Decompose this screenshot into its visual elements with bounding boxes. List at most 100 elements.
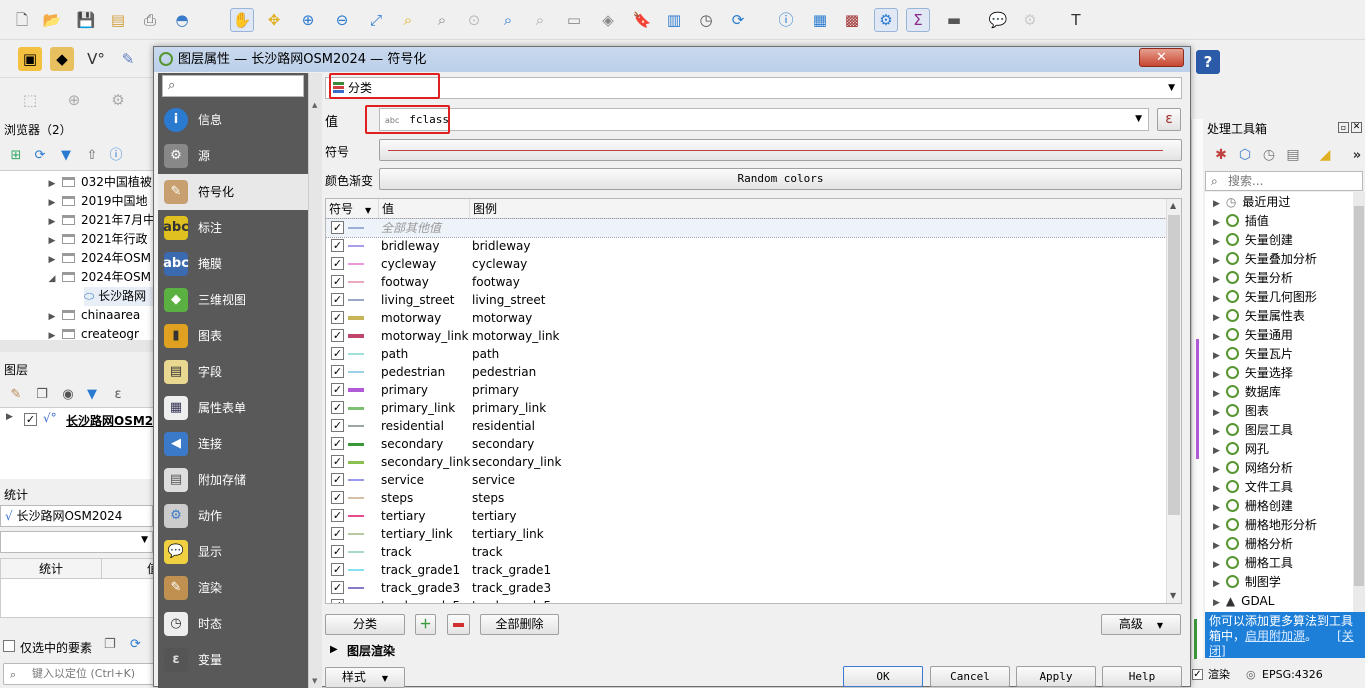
- value-field-select[interactable]: abc fclass ▼: [379, 108, 1149, 131]
- add-group-icon[interactable]: ❐: [30, 382, 54, 406]
- history-icon[interactable]: ◷: [1257, 143, 1281, 167]
- class-symbol[interactable]: [348, 263, 364, 265]
- class-symbol[interactable]: [348, 515, 364, 517]
- zoom-selection-icon[interactable]: ⌕: [430, 8, 454, 32]
- refresh-icon[interactable]: ⟳: [726, 8, 750, 32]
- class-row[interactable]: ✓ secondary secondary: [326, 435, 1166, 453]
- scroll-down-icon[interactable]: ▼: [1170, 591, 1176, 600]
- class-symbol[interactable]: [348, 425, 364, 427]
- class-row[interactable]: ✓ secondary_link secondary_link: [326, 453, 1166, 471]
- models-icon[interactable]: ✱: [1209, 143, 1233, 167]
- sidebar-splitter[interactable]: ▲ ▼: [308, 73, 322, 688]
- class-symbol[interactable]: [348, 299, 364, 301]
- open-project-icon[interactable]: 📂: [40, 8, 64, 32]
- vector-icon[interactable]: V°: [84, 47, 108, 71]
- scroll-up-icon[interactable]: ▲: [1170, 201, 1176, 210]
- chevron-right-icon[interactable]: ▶: [1213, 389, 1220, 399]
- field-calculator-icon[interactable]: ▩: [840, 8, 864, 32]
- processing-group[interactable]: ▶ 栅格地形分析: [1213, 516, 1317, 535]
- class-visible-checkbox[interactable]: ✓: [331, 221, 344, 234]
- value-col-header[interactable]: 值: [378, 199, 469, 219]
- class-visible-checkbox[interactable]: ✓: [331, 347, 344, 360]
- sidebar-item-temporal[interactable]: ◷ 时态: [158, 606, 308, 642]
- class-row[interactable]: ✓ residential residential: [326, 417, 1166, 435]
- refresh-icon[interactable]: ⟳: [28, 143, 52, 167]
- ok-button[interactable]: OK: [843, 666, 923, 687]
- chevron-right-icon[interactable]: ▶: [1213, 522, 1220, 532]
- bookmark-icon[interactable]: 🔖: [630, 8, 654, 32]
- package-icon[interactable]: ◆: [50, 47, 74, 71]
- save-as-icon[interactable]: ▤: [106, 8, 130, 32]
- class-row[interactable]: ✓ steps steps: [326, 489, 1166, 507]
- class-symbol[interactable]: [348, 281, 364, 283]
- renderer-select[interactable]: 分类 ▼: [325, 77, 1182, 99]
- class-visible-checkbox[interactable]: ✓: [331, 329, 344, 342]
- processing-group[interactable]: ▶ 栅格创建: [1213, 497, 1293, 516]
- browser-folder-item[interactable]: ▶ 2021年7月中: [46, 211, 156, 230]
- sidebar-item-source[interactable]: ⚙ 源: [158, 138, 308, 174]
- class-row[interactable]: ✓ primary_link primary_link: [326, 399, 1166, 417]
- class-visible-checkbox[interactable]: ✓: [331, 365, 344, 378]
- processing-group[interactable]: ▶ 网络分析: [1213, 459, 1293, 478]
- class-row[interactable]: ✓ living_street living_street: [326, 291, 1166, 309]
- processing-scrollbar[interactable]: [1353, 192, 1365, 612]
- pan-icon[interactable]: ✋: [230, 8, 254, 32]
- apply-button[interactable]: Apply: [1016, 666, 1096, 687]
- classify-button[interactable]: 分类: [325, 614, 405, 635]
- sidebar-item-variables[interactable]: ε 变量: [158, 642, 308, 678]
- chevron-right-icon[interactable]: ▶: [1213, 199, 1220, 209]
- processing-group[interactable]: ▶ 矢量创建: [1213, 231, 1293, 250]
- chevron-right-icon[interactable]: ▶: [1213, 598, 1220, 608]
- chevron-right-icon[interactable]: ▶: [1213, 446, 1220, 456]
- chevron-right-icon[interactable]: ▶: [1213, 294, 1220, 304]
- scroll-down-icon[interactable]: ▼: [312, 677, 317, 685]
- chevron-right-icon[interactable]: ▶: [1213, 332, 1220, 342]
- processing-group[interactable]: ▶ 插值: [1213, 212, 1269, 231]
- python-icon[interactable]: ⬡: [1233, 143, 1257, 167]
- sidebar-item-auxiliary-storage[interactable]: ▤ 附加存储: [158, 462, 308, 498]
- add-class-button[interactable]: ＋: [415, 614, 436, 635]
- browser-folder-item[interactable]: ▶ 032中国植被: [46, 173, 152, 192]
- sidebar-item-fields[interactable]: ▤ 字段: [158, 354, 308, 390]
- identify-3d-icon[interactable]: ⚙: [1018, 8, 1042, 32]
- zoom-next-icon[interactable]: ⌕: [528, 8, 552, 32]
- browser-folder-item[interactable]: ▶ chinaarea: [46, 306, 141, 325]
- stats-field-select[interactable]: ▼: [0, 531, 153, 553]
- stats-layer-select[interactable]: √ 长沙路网OSM2024: [0, 505, 153, 527]
- class-visible-checkbox[interactable]: ✓: [331, 599, 344, 603]
- more-icon[interactable]: »: [1345, 143, 1365, 167]
- browser-folder-item[interactable]: ◢ 2024年OSM: [46, 268, 151, 287]
- processing-group[interactable]: ▶ 矢量瓦片: [1213, 345, 1293, 364]
- browser-folder-item[interactable]: ▶ 2019中国地: [46, 192, 148, 211]
- processing-group[interactable]: ▶ 矢量叠加分析: [1213, 250, 1317, 269]
- processing-group[interactable]: ▶ 栅格分析: [1213, 535, 1293, 554]
- class-row[interactable]: ✓ bridleway bridleway: [326, 237, 1166, 255]
- class-visible-checkbox[interactable]: ✓: [331, 401, 344, 414]
- chevron-right-icon[interactable]: ▶: [1213, 560, 1220, 570]
- processing-group[interactable]: ▶ 图层工具: [1213, 421, 1293, 440]
- sidebar-item-symbology[interactable]: ✎ 符号化: [158, 174, 308, 210]
- refresh-stats-icon[interactable]: ⟳: [130, 637, 141, 652]
- class-visible-checkbox[interactable]: ✓: [331, 455, 344, 468]
- class-row[interactable]: ✓ pedestrian pedestrian: [326, 363, 1166, 381]
- zoom-native-icon[interactable]: ⊙: [462, 8, 486, 32]
- help-icon[interactable]: ?: [1196, 50, 1220, 74]
- info-icon[interactable]: ⓘ: [104, 143, 128, 167]
- annotation-icon[interactable]: 💬: [986, 8, 1010, 32]
- settings-icon[interactable]: ⚙: [106, 88, 130, 112]
- class-symbol[interactable]: [348, 533, 364, 535]
- class-visible-checkbox[interactable]: ✓: [331, 527, 344, 540]
- delete-all-button[interactable]: 全部删除: [480, 614, 559, 635]
- scroll-up-icon[interactable]: ▲: [312, 101, 317, 109]
- class-visible-checkbox[interactable]: ✓: [331, 437, 344, 450]
- class-visible-checkbox[interactable]: ✓: [331, 293, 344, 306]
- chevron-right-icon[interactable]: ▶: [1213, 370, 1220, 380]
- symbol-col-header[interactable]: 符号 ▼: [326, 199, 378, 219]
- sidebar-item-labels[interactable]: abc 标注: [158, 210, 308, 246]
- class-row[interactable]: ✓ tertiary tertiary: [326, 507, 1166, 525]
- attribute-table-icon[interactable]: ▦: [808, 8, 832, 32]
- class-visible-checkbox[interactable]: ✓: [331, 311, 344, 324]
- sidebar-item-3d-view[interactable]: ◆ 三维视图: [158, 282, 308, 318]
- zoom-out-icon[interactable]: ⊖: [330, 8, 354, 32]
- class-row[interactable]: ✓ motorway motorway: [326, 309, 1166, 327]
